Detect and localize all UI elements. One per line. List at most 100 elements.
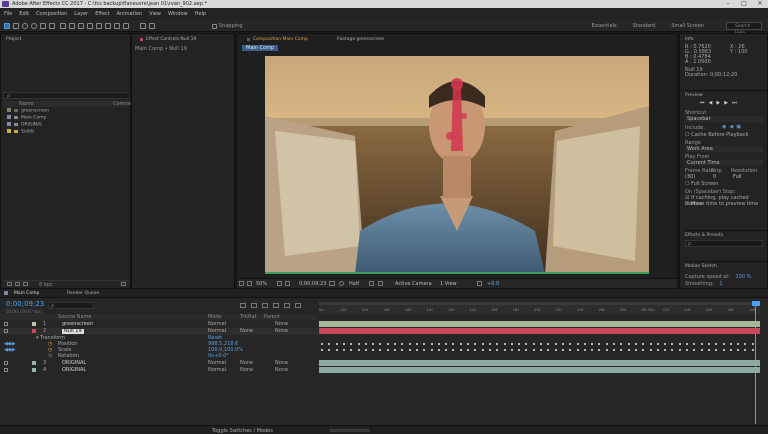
render-queue-tab[interactable]: Render Queue xyxy=(67,291,99,296)
layer-name[interactable]: ORIGINAL xyxy=(62,367,86,374)
keyframe[interactable] xyxy=(518,343,521,345)
menu-composition[interactable]: Composition xyxy=(36,11,67,17)
layer-mode-dropdown[interactable]: Normal xyxy=(208,360,226,367)
clone-stamp-tool-icon[interactable] xyxy=(96,23,102,29)
next-frame-icon[interactable]: ▶ xyxy=(724,100,728,106)
interpret-footage-icon[interactable] xyxy=(7,282,12,286)
local-axis-icon[interactable] xyxy=(140,23,146,29)
range-dropdown[interactable]: Work Area xyxy=(685,146,763,152)
frame-blending-icon[interactable] xyxy=(273,303,279,308)
magnification-dropdown[interactable]: 50% xyxy=(256,281,267,287)
list-item[interactable]: ORIGINAL xyxy=(7,122,43,128)
keyframe[interactable] xyxy=(510,343,513,345)
table-row[interactable]: 1 greenscreen Normal None xyxy=(0,321,318,328)
keyframe[interactable] xyxy=(467,349,469,351)
keyframe[interactable] xyxy=(561,349,564,351)
keyframe[interactable] xyxy=(569,343,572,345)
timeline-search-input[interactable]: ρ xyxy=(48,302,94,309)
toggle-switches-modes[interactable]: Toggle Switches / Modes xyxy=(212,428,273,434)
trash-icon[interactable] xyxy=(121,282,126,286)
menu-window[interactable]: Window xyxy=(168,11,188,17)
keyframe[interactable] xyxy=(452,343,455,345)
keyframe[interactable] xyxy=(642,349,645,351)
rotation-value[interactable]: 0x+0.0° xyxy=(208,353,229,359)
list-item[interactable]: greenscreen xyxy=(7,108,49,114)
keyframe[interactable] xyxy=(518,349,521,351)
workspace-essentials[interactable]: Essentials xyxy=(592,23,617,29)
menu-help[interactable]: Help xyxy=(195,11,206,17)
keyframe[interactable] xyxy=(649,349,652,351)
layer-trkmat-dropdown[interactable]: None xyxy=(240,367,253,374)
menu-edit[interactable]: Edit xyxy=(19,11,29,17)
keyframe[interactable] xyxy=(415,349,418,351)
keyframe[interactable] xyxy=(328,343,331,345)
keyframe[interactable] xyxy=(459,343,462,345)
keyframe[interactable] xyxy=(350,343,353,345)
visibility-icon[interactable] xyxy=(4,329,8,333)
keyframe[interactable] xyxy=(445,349,448,351)
keyframe[interactable] xyxy=(598,343,601,345)
motion-sketch-tab[interactable]: Motion Sketch xyxy=(685,261,768,269)
composition-tab[interactable]: Composition Main Comp xyxy=(253,37,308,42)
audio-toggle-icon[interactable]: ◀ xyxy=(729,124,733,130)
layer-name[interactable]: greenscreen xyxy=(62,321,93,328)
keyframe[interactable] xyxy=(620,343,623,345)
layer-trkmat-dropdown[interactable]: None xyxy=(240,360,253,367)
camera-tool-icon[interactable] xyxy=(40,23,46,29)
visibility-icon[interactable] xyxy=(4,368,8,372)
keyframe[interactable] xyxy=(744,349,747,351)
keyframe[interactable] xyxy=(364,343,367,345)
keyframe[interactable] xyxy=(488,343,491,345)
keyframe[interactable] xyxy=(583,349,586,351)
keyframe[interactable] xyxy=(335,343,338,345)
menu-file[interactable]: File xyxy=(4,11,12,17)
keyframe[interactable] xyxy=(554,343,557,345)
always-preview-icon[interactable] xyxy=(239,281,244,286)
cache-checkbox[interactable]: ☐ Cache Before Playback xyxy=(685,132,748,138)
label-swatch[interactable] xyxy=(32,322,36,326)
keyframe[interactable] xyxy=(532,343,535,345)
keyframe[interactable] xyxy=(729,349,732,351)
keyframe[interactable] xyxy=(737,349,740,351)
views-dropdown[interactable]: 1 View xyxy=(440,281,457,287)
keyframe[interactable] xyxy=(445,343,448,345)
keyframe[interactable] xyxy=(510,349,513,351)
workspace-small-screen[interactable]: Small Screen xyxy=(671,23,704,29)
resolution-dropdown[interactable]: Half xyxy=(349,281,359,287)
layer-mode-dropdown[interactable]: Normal xyxy=(208,321,226,328)
eraser-tool-icon[interactable] xyxy=(105,23,111,29)
stopwatch-icon[interactable]: ◷ xyxy=(48,353,52,359)
table-row[interactable]: 2 Null 19 Normal None None xyxy=(0,328,318,335)
new-composition-icon[interactable] xyxy=(23,282,28,286)
keyframe[interactable] xyxy=(613,349,615,351)
keyframe[interactable] xyxy=(547,343,550,345)
rotate-tool-icon[interactable] xyxy=(31,23,37,29)
keyframe[interactable] xyxy=(591,349,594,351)
table-row[interactable]: ◷ Rotation 0x+0.0° xyxy=(0,353,318,359)
menu-layer[interactable]: Layer xyxy=(74,11,88,17)
keyframe[interactable] xyxy=(321,349,323,351)
prev-frame-icon[interactable]: ◀ xyxy=(709,100,713,106)
keyframe[interactable] xyxy=(678,343,681,345)
keyframe[interactable] xyxy=(430,343,433,345)
menu-view[interactable]: View xyxy=(149,11,161,17)
type-tool-icon[interactable] xyxy=(78,23,84,29)
hand-tool-icon[interactable] xyxy=(13,23,19,29)
col-source-name[interactable]: Source Name xyxy=(58,314,92,320)
keyframe[interactable] xyxy=(722,343,725,345)
maximize-icon[interactable]: □ xyxy=(736,0,752,8)
effects-presets-tab[interactable]: Effects & Presets xyxy=(685,230,768,238)
timeline-tab[interactable]: Main Comp xyxy=(14,291,39,296)
effect-controls-tab[interactable]: Effect Controls Null 19 xyxy=(146,37,196,42)
keyframe[interactable] xyxy=(671,349,674,351)
work-area-bar[interactable] xyxy=(319,302,760,305)
keyframe[interactable] xyxy=(598,349,601,351)
transparency-grid-icon[interactable] xyxy=(285,281,290,286)
reset-exposure-icon[interactable] xyxy=(477,281,482,286)
move-time-checkbox[interactable]: ☑ Move time to preview time xyxy=(685,201,758,207)
fast-previews-icon[interactable] xyxy=(378,281,383,286)
keyframe[interactable] xyxy=(467,343,469,345)
keyframe[interactable] xyxy=(605,343,608,345)
keyframe[interactable] xyxy=(401,343,404,345)
shy-layers-icon[interactable] xyxy=(262,303,268,308)
